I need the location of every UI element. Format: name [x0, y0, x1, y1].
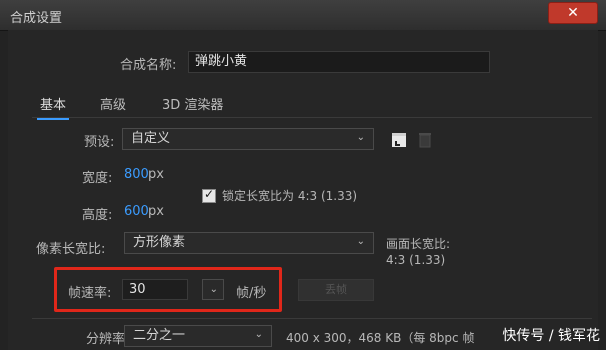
resolution-select[interactable]: 二分之一 ⌄: [124, 325, 272, 347]
window-title: 合成设置: [10, 11, 63, 26]
height-unit: px: [148, 204, 164, 219]
comp-name-label: 合成名称:: [120, 58, 177, 73]
width-unit: px: [148, 167, 164, 182]
pixel-aspect-select[interactable]: 方形像素 ⌄: [124, 232, 374, 254]
comp-name-value: 弹跳小黄: [195, 54, 248, 69]
tab-3d-renderer[interactable]: 3D 渲染器: [162, 94, 223, 113]
width-label: 宽度:: [82, 171, 113, 186]
width-value[interactable]: 800: [124, 167, 149, 182]
resolution-value: 二分之一: [133, 328, 186, 343]
resolution-label: 分辨率:: [86, 332, 130, 347]
watermark: 快传号 / 钱军花: [502, 328, 600, 344]
tab-divider: [32, 117, 592, 118]
tab-advanced[interactable]: 高级: [100, 94, 126, 113]
frame-aspect-label: 画面长宽比:: [386, 237, 451, 251]
chevron-down-icon: ⌄: [356, 132, 365, 143]
close-button[interactable]: ✕: [548, 2, 598, 24]
preset-value: 自定义: [131, 131, 171, 146]
tab-basic[interactable]: 基本: [36, 94, 70, 120]
height-value[interactable]: 600: [124, 204, 149, 219]
lock-ratio-label: 锁定长宽比为 4:3 (1.33): [222, 189, 358, 203]
drop-frame-label: 丢帧: [325, 283, 347, 296]
pixel-aspect-label: 像素长宽比:: [36, 242, 106, 257]
save-preset-button[interactable]: [390, 131, 408, 149]
height-label: 高度:: [82, 208, 113, 223]
frame-aspect-value: 4:3 (1.33): [386, 253, 446, 267]
chevron-down-icon: ⌄: [254, 329, 263, 340]
trash-icon: [419, 133, 431, 148]
highlight-box: [54, 267, 282, 312]
preset-label: 预设:: [84, 135, 115, 150]
drop-frame-select: 丢帧: [298, 279, 374, 301]
close-icon: ✕: [567, 5, 579, 21]
title-bar: 合成设置 ✕: [0, 0, 606, 31]
comp-name-input[interactable]: 弹跳小黄: [188, 51, 490, 73]
resolution-info: 400 x 300，468 KB（每 8bpc 帧: [286, 331, 475, 345]
lock-ratio-checkbox[interactable]: [202, 187, 216, 203]
pixel-aspect-value: 方形像素: [133, 235, 186, 250]
save-preset-icon: [392, 133, 406, 147]
section-divider: [32, 318, 592, 319]
preset-select[interactable]: 自定义 ⌄: [122, 128, 374, 150]
chevron-down-icon: ⌄: [356, 236, 365, 247]
delete-preset-button[interactable]: [416, 131, 434, 149]
